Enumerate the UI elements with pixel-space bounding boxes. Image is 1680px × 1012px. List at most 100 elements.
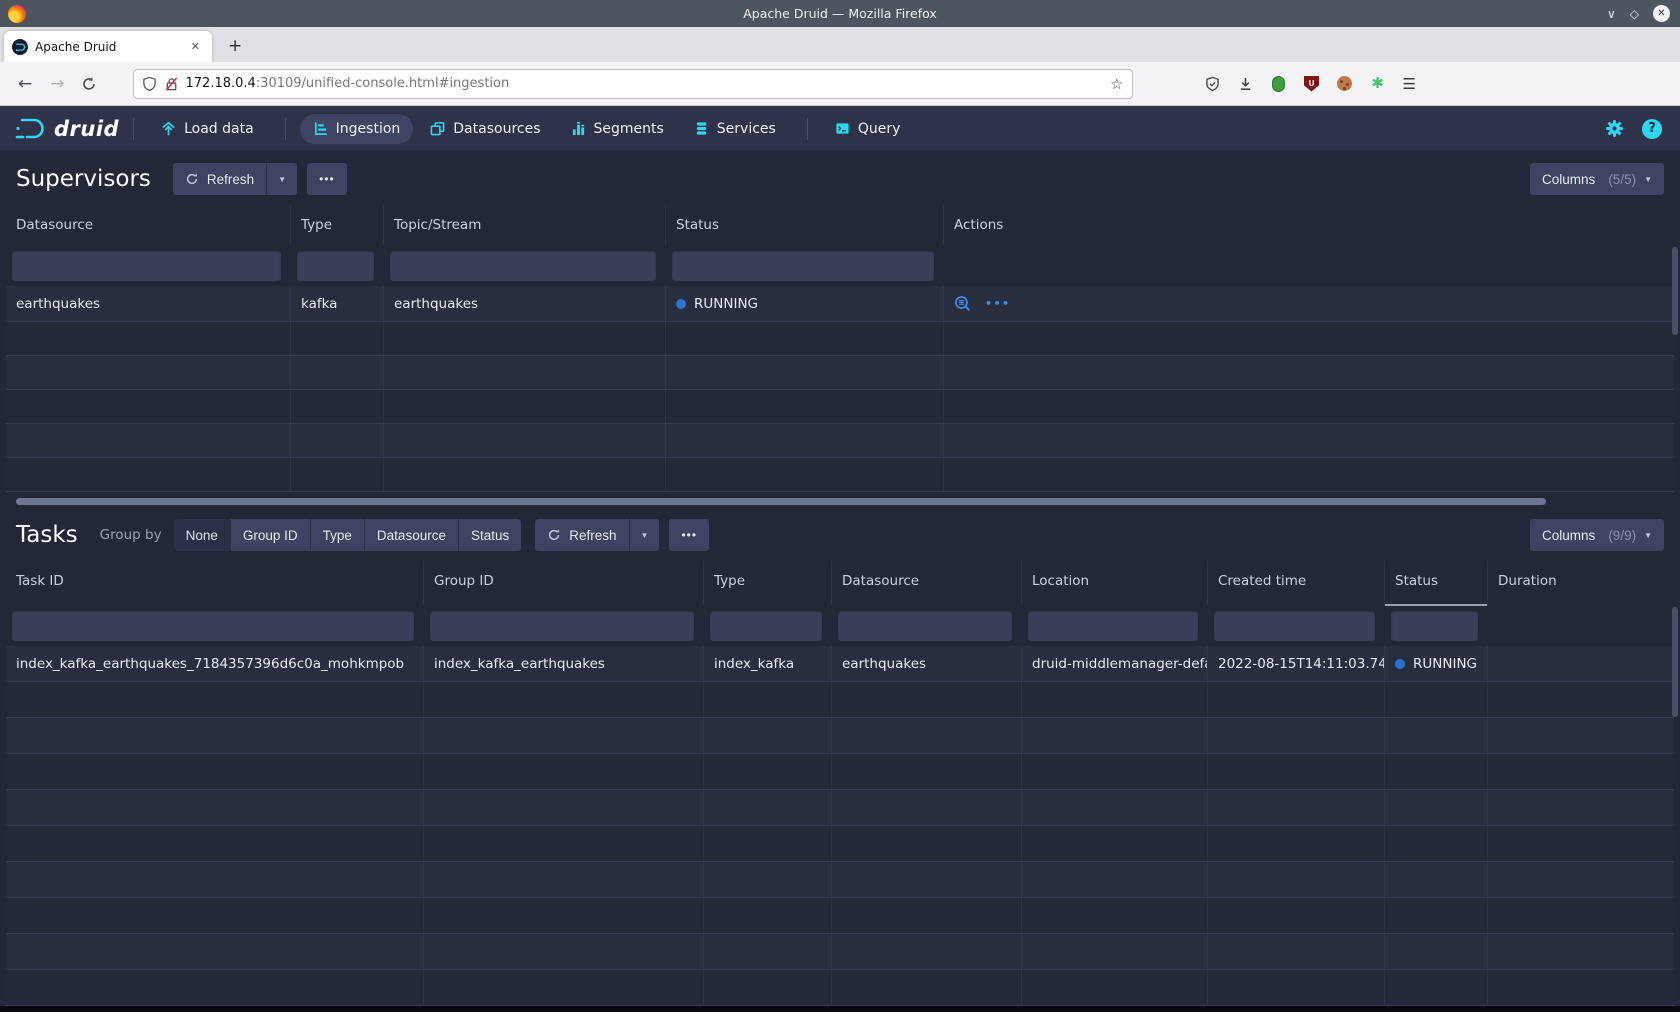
tasks-columns-button[interactable]: Columns(9/9)▼	[1530, 519, 1664, 551]
cell-topic-stream[interactable]: earthquakes	[384, 286, 666, 321]
cell-created-time[interactable]: 2022-08-15T14:11:03.740Z	[1208, 646, 1385, 681]
cell-group-id[interactable]: index_kafka_earthquakes	[424, 646, 704, 681]
group-by-datasource-button[interactable]: Datasource	[365, 519, 459, 551]
help-icon[interactable]: ?	[1642, 119, 1662, 139]
tracking-shield-icon[interactable]	[142, 76, 157, 92]
empty-table-row	[6, 898, 1674, 934]
col-header-datasource[interactable]: Datasource	[832, 561, 1022, 606]
nav-load-data-label: Load data	[184, 121, 254, 137]
nav-segments[interactable]: Segments	[558, 114, 677, 144]
cell-status[interactable]: RUNNING	[1385, 646, 1488, 681]
col-header-type[interactable]: Type	[291, 205, 384, 246]
nav-load-data[interactable]: Load data	[148, 114, 267, 144]
ublock-icon[interactable]: U	[1304, 76, 1320, 92]
supervisors-columns-button[interactable]: Columns(5/5)▼	[1530, 163, 1664, 195]
insecure-lock-icon[interactable]	[164, 76, 179, 92]
cell-duration[interactable]	[1488, 646, 1674, 681]
col-header-status[interactable]: Status	[666, 205, 944, 246]
filter-datasource-input[interactable]	[12, 251, 281, 281]
tasks-title: Tasks	[16, 522, 78, 548]
supervisor-row-earthquakes[interactable]: earthquakes kafka earthquakes RUNNING ••…	[6, 286, 1674, 322]
more-icon[interactable]: •••	[985, 297, 1011, 310]
tab-close-icon[interactable]: ✕	[187, 38, 204, 55]
downloads-icon[interactable]	[1238, 76, 1254, 92]
supervisors-refresh-dropdown[interactable]: ▼	[266, 163, 297, 195]
horizontal-scrollbar[interactable]	[16, 498, 1546, 505]
filter-status-input[interactable]	[672, 251, 934, 281]
cell-type[interactable]: kafka	[291, 286, 384, 321]
gear-icon[interactable]	[1605, 119, 1624, 138]
col-header-duration[interactable]: Duration	[1488, 561, 1674, 606]
group-by-none-button[interactable]: None	[174, 519, 231, 551]
maximize-icon[interactable]: ◇	[1630, 8, 1639, 20]
col-header-topic-stream[interactable]: Topic/Stream	[384, 205, 666, 246]
filter-group-id-input[interactable]	[430, 611, 694, 641]
close-icon[interactable]: ✕	[1653, 5, 1670, 22]
url-text[interactable]: 172.18.0.4:30109/unified-console.html#in…	[186, 76, 1105, 91]
col-header-group-id[interactable]: Group ID	[424, 561, 704, 606]
druid-console-main: Supervisors Refresh ▼ ••• Columns(5/5)▼ …	[0, 151, 1680, 1006]
pinwheel-extension-icon[interactable]: ✱	[1370, 76, 1386, 92]
task-row-index-kafka[interactable]: index_kafka_earthquakes_7184357396d6c0a_…	[6, 646, 1674, 682]
tasks-empty-rows	[6, 682, 1674, 1006]
cookie-extension-icon[interactable]	[1337, 76, 1353, 92]
magnifier-icon[interactable]	[954, 295, 971, 312]
nav-services[interactable]: Services	[681, 114, 789, 144]
empty-table-row	[6, 970, 1674, 1006]
group-by-status-button[interactable]: Status	[459, 519, 521, 551]
filter-task-id-input[interactable]	[12, 611, 414, 641]
forward-button[interactable]: →	[50, 74, 64, 94]
minimize-icon[interactable]: ∨	[1607, 8, 1616, 20]
filter-location-input[interactable]	[1028, 611, 1198, 641]
window-titlebar: Apache Druid — Mozilla Firefox ∨ ◇ ✕	[0, 0, 1680, 27]
filter-created-time-input[interactable]	[1214, 611, 1375, 641]
menu-icon[interactable]: ☰	[1403, 75, 1416, 93]
url-host: 172.18.0.4	[186, 76, 256, 91]
cell-status[interactable]: RUNNING	[666, 286, 944, 321]
nav-datasources[interactable]: Datasources	[417, 114, 553, 144]
columns-label: Columns	[1542, 528, 1595, 543]
filter-datasource-input[interactable]	[838, 611, 1012, 641]
tasks-refresh-button[interactable]: Refresh	[535, 519, 628, 551]
vertical-scrollbar[interactable]	[1672, 607, 1678, 717]
privacy-extension-icon[interactable]	[1271, 76, 1287, 92]
status-label: RUNNING	[694, 296, 758, 312]
col-header-location[interactable]: Location	[1022, 561, 1208, 606]
col-header-task-id[interactable]: Task ID	[6, 561, 424, 606]
tasks-more-button[interactable]: •••	[669, 519, 709, 551]
tab-apache-druid[interactable]: Apache Druid ✕	[4, 31, 212, 62]
col-header-status-sorted[interactable]: Status	[1385, 561, 1488, 606]
vertical-scrollbar[interactable]	[1672, 247, 1678, 335]
col-header-datasource[interactable]: Datasource	[6, 205, 291, 246]
cell-task-id[interactable]: index_kafka_earthquakes_7184357396d6c0a_…	[6, 646, 424, 681]
cell-datasource[interactable]: earthquakes	[832, 646, 1022, 681]
reload-button[interactable]	[81, 76, 97, 92]
nav-ingestion[interactable]: Ingestion	[300, 114, 414, 144]
bookmark-star-icon[interactable]: ☆	[1110, 75, 1123, 93]
tasks-table: Task ID Group ID Type Datasource Locatio…	[0, 561, 1680, 1006]
supervisors-more-button[interactable]: •••	[307, 163, 347, 195]
filter-type-input[interactable]	[297, 251, 374, 281]
group-by-group-id-button[interactable]: Group ID	[231, 519, 311, 551]
col-header-type[interactable]: Type	[704, 561, 832, 606]
nav-segments-label: Segments	[594, 121, 664, 137]
load-data-icon	[161, 121, 176, 136]
cell-location[interactable]: druid-middlemanager-defaul...	[1022, 646, 1208, 681]
back-button[interactable]: ←	[18, 74, 32, 94]
cell-type[interactable]: index_kafka	[704, 646, 832, 681]
druid-logo[interactable]: druid	[14, 116, 119, 142]
group-by-type-button[interactable]: Type	[311, 519, 365, 551]
filter-type-input[interactable]	[710, 611, 822, 641]
url-bar[interactable]: 172.18.0.4:30109/unified-console.html#in…	[133, 69, 1133, 99]
tab-title: Apache Druid	[35, 40, 187, 54]
account-shield-icon[interactable]	[1205, 76, 1221, 92]
nav-query[interactable]: Query	[822, 114, 914, 144]
filter-topic-stream-input[interactable]	[390, 251, 656, 281]
filter-status-input[interactable]	[1391, 611, 1478, 641]
empty-table-row	[6, 826, 1674, 862]
cell-datasource[interactable]: earthquakes	[6, 286, 291, 321]
supervisors-refresh-button[interactable]: Refresh	[173, 163, 266, 195]
new-tab-button[interactable]: +	[228, 36, 242, 56]
tasks-refresh-dropdown[interactable]: ▼	[629, 519, 660, 551]
col-header-created-time[interactable]: Created time	[1208, 561, 1385, 606]
